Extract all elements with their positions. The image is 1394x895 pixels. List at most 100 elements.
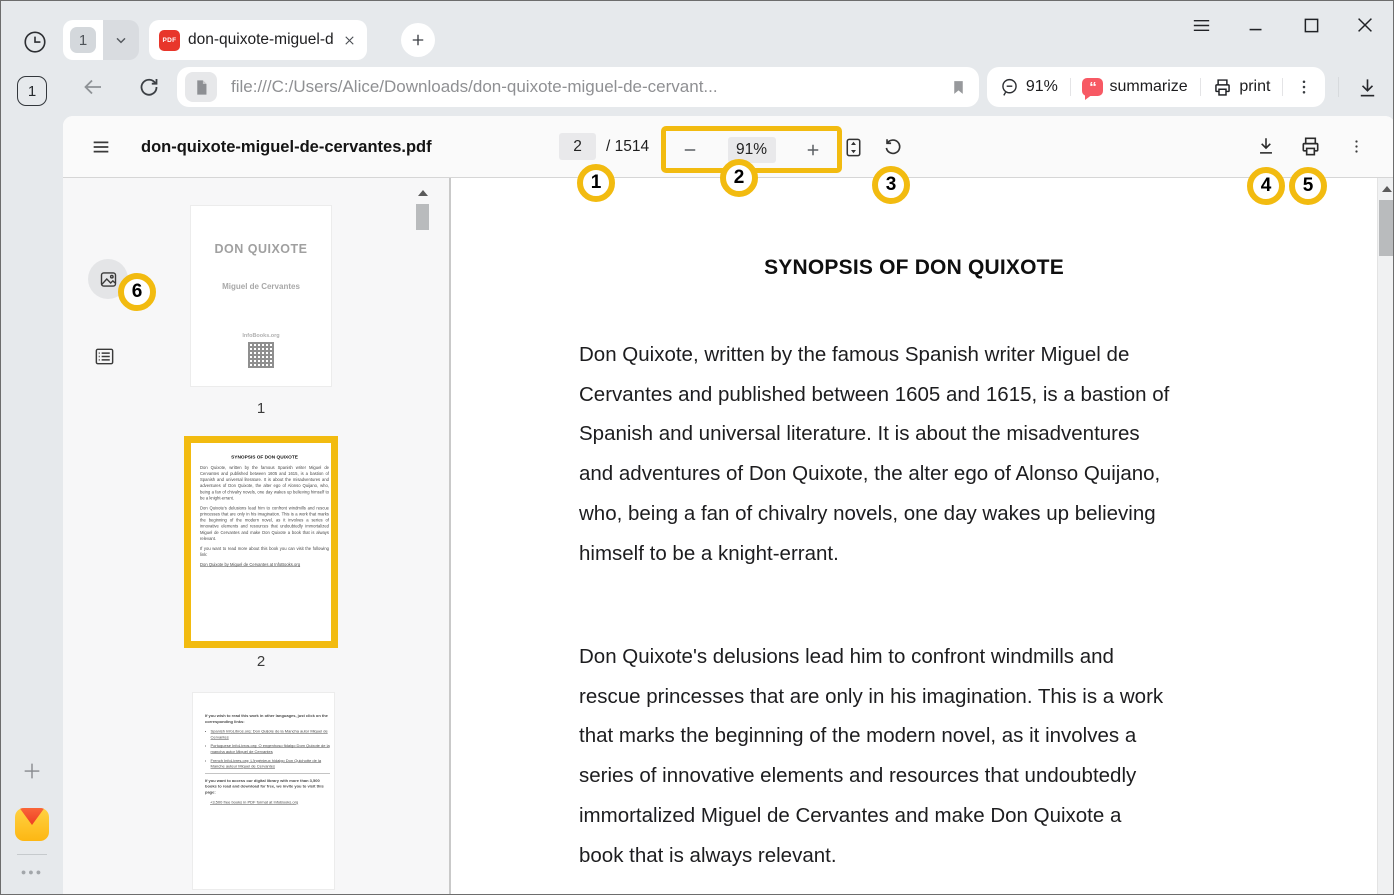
thumb2-para2: Don Quixote's delusions lead him to conf…: [200, 505, 329, 542]
doc-line: who, being a fan of chivalry novels, one…: [579, 494, 1169, 534]
browser-menu-button[interactable]: [1187, 11, 1215, 39]
history-button[interactable]: [21, 28, 48, 55]
doc-paragraph-2: Don Quixote's delusions lead him to conf…: [579, 637, 1163, 875]
thumbnail-page-1[interactable]: DON QUIXOTE Miguel de Cervantes InfoBook…: [191, 206, 331, 386]
thumb1-title: DON QUIXOTE: [191, 242, 331, 256]
scroll-up-arrow[interactable]: [1382, 186, 1392, 192]
annotation-badge: 4: [1247, 167, 1285, 205]
address-kebab-button[interactable]: [1295, 78, 1313, 96]
refresh-icon: [137, 75, 161, 99]
doc-line: book that is always relevant.: [579, 836, 1163, 876]
thumb3-item-spanish: Spanish InfoLibros.org: Don Quijote de l…: [211, 729, 331, 741]
outline-list-icon: [93, 345, 116, 368]
fit-page-icon: [842, 136, 865, 159]
new-tab-button[interactable]: [401, 23, 435, 57]
divider: [17, 854, 47, 855]
workspace-count[interactable]: 1: [63, 20, 103, 60]
workspace-number: 1: [70, 27, 96, 53]
thumb3-item-portuguese: Portuguese InfoLivros.org: O engenhoso f…: [211, 743, 331, 755]
viewer-print-button[interactable]: [1296, 132, 1324, 160]
refresh-button[interactable]: [135, 73, 163, 101]
doc-paragraph-1: Don Quixote, written by the famous Spani…: [579, 335, 1169, 573]
rail-add-button[interactable]: [18, 757, 46, 785]
thumbnail-page-2-selected[interactable]: SYNOPSIS OF DON QUIXOTE Don Quixote, wri…: [184, 436, 338, 648]
address-bar[interactable]: file:///C:/Users/Alice/Downloads/don-qui…: [177, 67, 979, 107]
close-window-button[interactable]: [1351, 11, 1379, 39]
thumb2-link-intro: If you want to read more about this book…: [200, 546, 329, 558]
doc-line: Cervantes and published between 1605 and…: [579, 375, 1169, 415]
page-number-input[interactable]: 2: [559, 133, 596, 160]
side-rail: 1 ●●●: [1, 61, 63, 895]
thumb2-para1: Don Quixote, written by the famous Spani…: [200, 464, 329, 501]
doc-line: Don Quixote, written by the famous Spani…: [579, 335, 1169, 375]
minimize-button[interactable]: [1242, 11, 1270, 39]
mail-app-button[interactable]: [15, 808, 49, 841]
thumb3-link: +3,500 free books in PDF format at InfoB…: [210, 799, 330, 805]
divider: [1338, 77, 1339, 97]
viewer-download-button[interactable]: [1252, 132, 1280, 160]
zoom-out-button[interactable]: [678, 138, 702, 162]
doc-line: himself to be a knight-errant.: [579, 534, 1169, 574]
rail-more-button[interactable]: ●●●: [1, 867, 63, 877]
back-button[interactable]: [79, 73, 107, 101]
summarize-label: summarize: [1109, 78, 1187, 96]
pdf-viewer: don-quixote-miguel-de-cervantes.pdf 2 / …: [63, 116, 1394, 895]
annotation-5: 5: [1289, 167, 1327, 205]
summarize-button[interactable]: “ summarize: [1082, 78, 1187, 96]
outline-view-button[interactable]: [91, 343, 117, 369]
plus-icon: [409, 31, 427, 49]
maximize-button[interactable]: [1297, 11, 1325, 39]
printer-icon: [1299, 135, 1322, 158]
url-text[interactable]: file:///C:/Users/Alice/Downloads/don-qui…: [231, 77, 950, 97]
rotate-button[interactable]: [879, 133, 907, 161]
mail-icon: [15, 808, 49, 825]
viewer-kebab-button[interactable]: [1343, 132, 1369, 160]
hamburger-icon: [90, 136, 112, 158]
thumb1-author: Miguel de Cervantes: [191, 282, 331, 291]
maximize-icon: [1301, 15, 1322, 36]
annotation-3: 3: [872, 166, 910, 204]
page-zoom-badge[interactable]: 91%: [999, 77, 1058, 98]
doc-line: Spanish and universal literature. It is …: [579, 414, 1169, 454]
close-icon: [1354, 14, 1376, 36]
annotation-badge: 2: [720, 159, 758, 197]
scroll-up-arrow[interactable]: [418, 190, 428, 196]
close-tab-icon[interactable]: [342, 33, 357, 48]
annotation-badge: 3: [872, 166, 910, 204]
divider: [1282, 78, 1283, 96]
thumb3-item-french: French InfoLivres.org: L'ingénieux hidal…: [211, 758, 331, 770]
doc-line: series of innovative elements and resour…: [579, 756, 1163, 796]
annotation-6: 6: [118, 273, 156, 311]
back-arrow-icon: [81, 75, 105, 99]
rail-tab-counter[interactable]: 1: [17, 76, 47, 106]
downloads-button[interactable]: [1353, 73, 1381, 101]
annotation-badge: 1: [577, 164, 615, 202]
thumbnail-page-3[interactable]: If you wish to read this work in other l…: [193, 693, 334, 889]
doc-line: rescue princesses that are only in his i…: [579, 677, 1163, 717]
bookmark-icon[interactable]: [950, 79, 967, 96]
rotate-icon: [882, 136, 904, 158]
thumb2-label: 2: [184, 653, 338, 670]
tab-don-quixote[interactable]: PDF don-quixote-miguel-de-: [149, 20, 367, 60]
doc-line: that marks the beginning of the modern n…: [579, 716, 1163, 756]
qr-code: [248, 342, 274, 368]
thumb3-outro: If you want to access our digital librar…: [205, 778, 330, 795]
download-icon: [1356, 76, 1379, 99]
zoom-in-button[interactable]: [801, 138, 825, 162]
workspace-dropdown[interactable]: [103, 20, 139, 60]
zoom-badge-value: 91%: [1026, 78, 1058, 96]
main-scroll-thumb[interactable]: [1379, 200, 1394, 256]
viewer-sidebar-toggle[interactable]: [87, 133, 115, 161]
divider: [1200, 78, 1201, 96]
site-info-chip[interactable]: [185, 72, 217, 102]
workspace-pill[interactable]: 1: [63, 20, 139, 60]
sidebar-scrollbar[interactable]: [416, 184, 430, 895]
rail-tab-count: 1: [28, 83, 36, 100]
quote-icon: “: [1082, 78, 1103, 96]
zoom-in-icon: [804, 141, 822, 159]
print-label: print: [1239, 78, 1270, 96]
sidebar-scroll-thumb[interactable]: [416, 204, 429, 230]
main-scrollbar[interactable]: [1377, 178, 1394, 895]
fit-page-button[interactable]: [839, 133, 867, 161]
print-button[interactable]: print: [1212, 77, 1270, 98]
